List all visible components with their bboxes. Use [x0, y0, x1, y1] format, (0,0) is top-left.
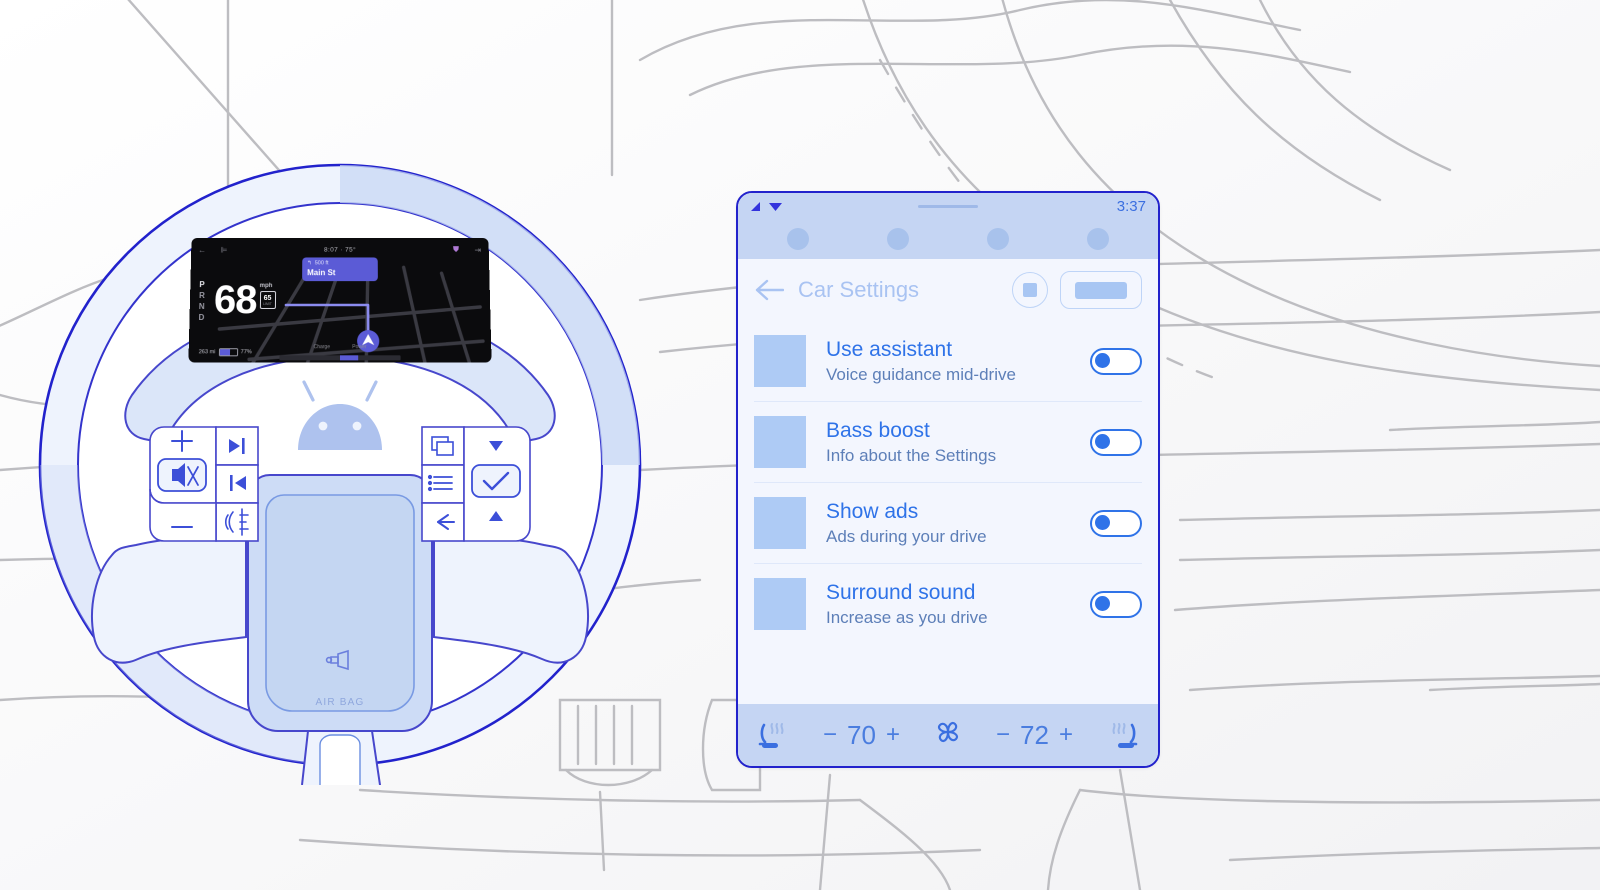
setting-toggle[interactable]	[1090, 347, 1142, 375]
driver-temp-minus[interactable]: −	[823, 721, 837, 749]
setting-subtitle: Increase as you drive	[826, 607, 988, 627]
stop-button[interactable]	[1012, 272, 1048, 308]
setting-title: Use assistant	[826, 337, 953, 361]
setting-subtitle: Voice guidance mid-drive	[826, 364, 1016, 384]
passenger-temp-plus[interactable]: +	[1059, 721, 1073, 749]
speed-limit-sign: 65 LIMIT	[259, 291, 276, 309]
status-time: 3:37	[1116, 197, 1146, 215]
climate-bar: − 70 + − 72 +	[738, 704, 1158, 766]
setting-title: Bass boost	[826, 418, 930, 442]
speed-limit-value: 65	[263, 294, 272, 302]
passenger-temp-control[interactable]: − 72 +	[996, 720, 1073, 751]
tablet-status-bar: 3:37	[738, 193, 1158, 219]
settings-row[interactable]: Surround sound Increase as you drive	[754, 564, 1142, 644]
fan-icon[interactable]	[933, 717, 963, 754]
placeholder-icon	[754, 416, 806, 468]
placeholder-icon	[754, 497, 806, 549]
car-settings-tablet: 3:37 Car Settings Use assistant Voice gu…	[736, 191, 1160, 768]
settings-row[interactable]: Use assistant Voice guidance mid-drive	[754, 321, 1142, 402]
stop-square-icon	[1023, 283, 1037, 297]
power-meter-bar	[279, 355, 401, 361]
instrument-cluster[interactable]: ← ⊫ 8:07 · 75° ⛊ ⇥ P R N D 68 mph 65 LIM…	[188, 237, 492, 363]
settings-header: Car Settings	[738, 259, 1158, 321]
speed-value: 68	[213, 278, 257, 322]
passenger-temp-value: 72	[1020, 719, 1049, 750]
settings-list: Use assistant Voice guidance mid-drive B…	[738, 321, 1158, 644]
driver-temp-control[interactable]: − 70 +	[823, 720, 900, 751]
navigation-card: ↰ 500 ft Main St	[302, 257, 378, 282]
app-dock[interactable]	[738, 219, 1158, 259]
back-arrow-icon[interactable]	[754, 278, 784, 302]
driver-temp-value: 70	[847, 719, 876, 750]
driver-temp-plus[interactable]: +	[886, 721, 900, 749]
signal-icon	[751, 201, 760, 211]
dock-app-2[interactable]	[887, 228, 909, 250]
setting-title: Surround sound	[826, 580, 976, 604]
setting-toggle[interactable]	[1090, 509, 1142, 537]
charge-label: Charge	[313, 344, 331, 351]
seat-heater-right-icon[interactable]	[1106, 720, 1140, 750]
dock-app-4[interactable]	[1087, 228, 1109, 250]
cluster-bottom-bar: 263 mi 77% Charge Power	[188, 338, 492, 361]
page-title: Car Settings	[798, 277, 920, 302]
settings-row[interactable]: Bass boost Info about the Settings	[754, 402, 1142, 483]
turn-left-icon: ↰	[307, 260, 312, 267]
placeholder-bar-icon	[1075, 281, 1127, 299]
gear-indicator: PRND	[198, 280, 206, 322]
placeholder-icon	[754, 335, 806, 387]
dock-app-3[interactable]	[987, 228, 1009, 250]
scene-root: AIR BAG ← ⊫ 8:07 · 75° ⛊ ⇥ P R N D 68 mp…	[0, 0, 1600, 890]
speed-limit-unit: LIMIT	[263, 301, 272, 306]
dock-app-1[interactable]	[787, 228, 809, 250]
settings-row[interactable]: Show ads Ads during your drive	[754, 483, 1142, 564]
camera-notch	[918, 205, 978, 208]
setting-subtitle: Info about the Settings	[826, 445, 997, 465]
setting-toggle[interactable]	[1090, 428, 1142, 456]
setting-toggle[interactable]	[1090, 590, 1142, 618]
airbag-label: AIR BAG	[316, 697, 365, 708]
nav-distance: 500 ft	[314, 260, 329, 267]
power-label: Power	[352, 344, 367, 351]
placeholder-icon	[754, 578, 806, 630]
speed-unit: mph	[259, 283, 273, 290]
speedometer: 68 mph 65 LIMIT	[213, 278, 276, 322]
setting-subtitle: Ads during your drive	[826, 526, 987, 546]
nav-street: Main St	[307, 268, 336, 278]
passenger-temp-minus[interactable]: −	[996, 721, 1010, 749]
setting-title: Show ads	[826, 499, 919, 523]
seat-heater-left-icon[interactable]	[756, 720, 790, 750]
power-meter-labels: Charge Power	[189, 344, 492, 350]
placeholder-button[interactable]	[1060, 271, 1142, 309]
wifi-icon	[769, 202, 782, 211]
steering-wheel: AIR BAG ← ⊫ 8:07 · 75° ⛊ ⇥ P R N D 68 mp…	[20, 145, 660, 810]
